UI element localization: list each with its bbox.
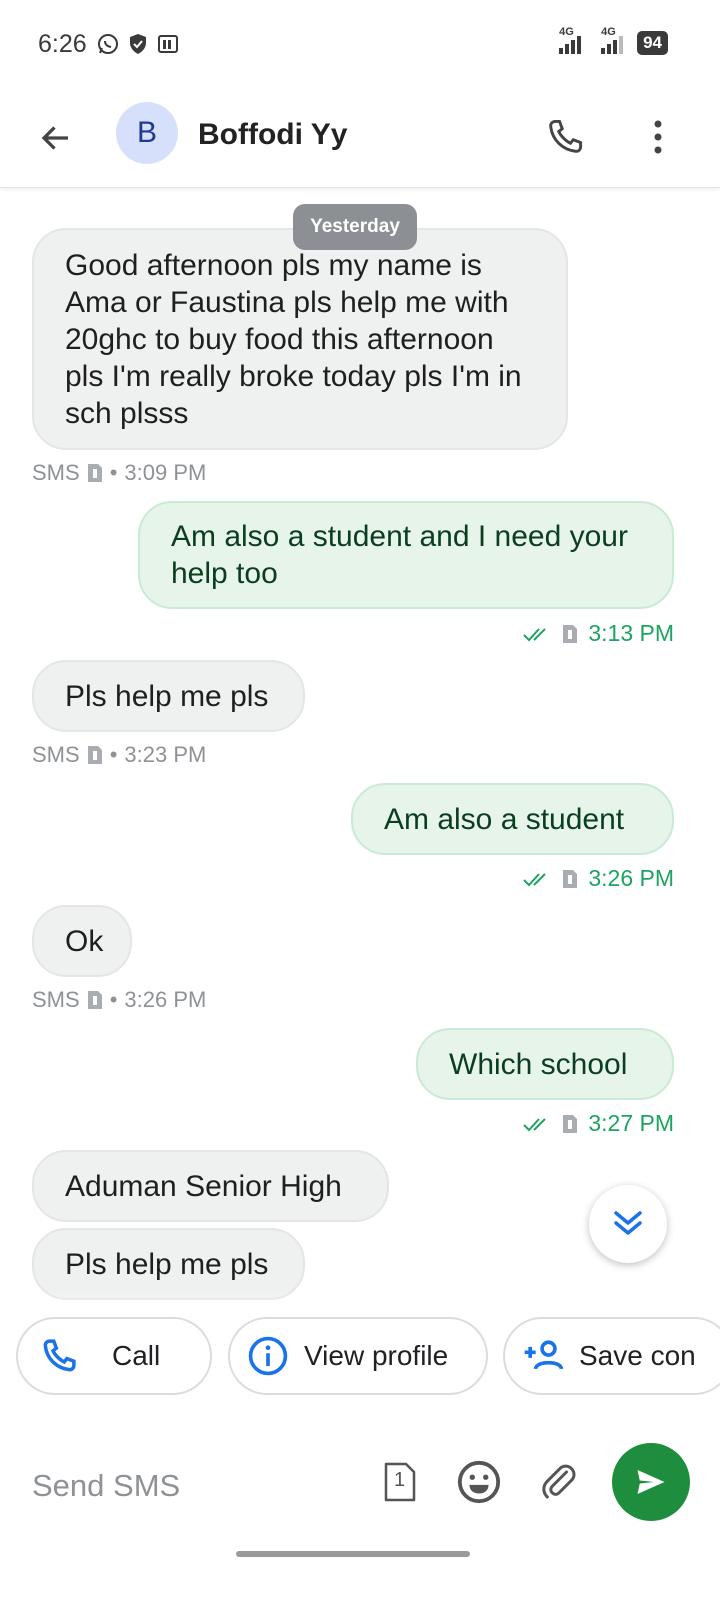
more-options-button[interactable] <box>638 112 678 162</box>
back-button[interactable] <box>32 114 80 162</box>
outgoing-message[interactable]: Which school <box>416 1028 674 1100</box>
status-bar: 6:26 4G 4G 94 <box>0 0 720 90</box>
incoming-message[interactable]: Pls help me pls <box>32 660 305 732</box>
separator-dot: • <box>109 987 118 1012</box>
sim-selector-button[interactable]: 1 <box>382 1459 418 1505</box>
message-time: 3:26 PM <box>588 865 674 891</box>
message-text: Aduman Senior High <box>65 1169 342 1203</box>
save-contact-chip-label: Save con <box>579 1340 696 1371</box>
message-meta: 3:13 PM <box>522 620 674 647</box>
paperclip-icon <box>542 1464 576 1499</box>
whatsapp-icon <box>98 34 118 54</box>
shield-icon <box>130 34 146 54</box>
sim-status-icon <box>158 35 178 53</box>
view-profile-chip-label: View profile <box>304 1340 449 1371</box>
save-contact-chip[interactable]: Save con <box>503 1317 720 1395</box>
compose-bar: Send SMS 1 <box>0 1412 720 1562</box>
more-vert-icon <box>654 120 662 154</box>
signal-icon: 4G <box>553 26 587 56</box>
arrow-back-icon <box>41 126 68 150</box>
phone-icon <box>43 1339 76 1372</box>
attach-button[interactable] <box>536 1458 582 1506</box>
outgoing-message[interactable]: Am also a student and I need your help t… <box>138 501 674 609</box>
incoming-message[interactable]: Ok <box>32 905 132 977</box>
message-time: 3:23 PM <box>124 742 207 767</box>
message-meta: SMS • 3:23 PM <box>32 742 206 768</box>
message-time: 3:13 PM <box>588 620 674 646</box>
emoji-icon <box>457 1460 501 1504</box>
home-indicator <box>236 1551 470 1557</box>
outgoing-message[interactable]: Am also a student <box>351 783 674 855</box>
incoming-message[interactable]: Good afternoon pls my name is Ama or Fau… <box>32 228 568 450</box>
phone-icon <box>549 119 583 153</box>
message-meta: 3:26 PM <box>522 865 674 892</box>
sim-card-icon <box>87 746 102 764</box>
message-text: Pls help me pls <box>65 1247 269 1281</box>
sim-card-icon <box>563 1114 578 1133</box>
separator-dot: • <box>109 742 118 767</box>
sim-card-icon <box>563 624 578 643</box>
message-meta: 3:27 PM <box>522 1110 674 1137</box>
date-divider: Yesterday <box>293 204 417 250</box>
status-time: 6:26 <box>38 30 87 58</box>
message-meta: SMS • 3:26 PM <box>32 987 206 1013</box>
battery-indicator: 94 <box>637 31 668 55</box>
status-notification-icons <box>96 32 180 56</box>
message-text: Pls help me pls <box>65 679 269 713</box>
message-text: Am also a student <box>384 802 625 836</box>
signal-icon-2: 4G <box>595 26 629 56</box>
delivered-check-icon <box>523 627 547 641</box>
double-chevron-down-icon <box>614 1211 642 1235</box>
sim-card-icon <box>87 464 102 482</box>
send-icon <box>637 1470 665 1494</box>
message-text: Good afternoon pls my name is Ama or Fau… <box>65 248 522 430</box>
sim-card-icon <box>563 869 578 888</box>
scroll-to-bottom-button[interactable] <box>589 1185 667 1263</box>
incoming-message[interactable]: Aduman Senior High <box>32 1150 389 1222</box>
suggestion-chips: Call View profile Save con <box>0 1317 720 1397</box>
sms-input[interactable]: Send SMS <box>32 1468 180 1504</box>
message-text: Am also a student and I need your help t… <box>171 520 628 590</box>
message-text: Ok <box>65 924 104 958</box>
call-button[interactable] <box>540 112 590 162</box>
emoji-button[interactable] <box>455 1458 503 1506</box>
message-text: Which school <box>449 1047 628 1081</box>
list-fade <box>0 1290 720 1310</box>
call-chip-label: Call <box>112 1340 161 1371</box>
app-bar: B Boffodi Yy <box>0 90 720 188</box>
sim-card-icon <box>87 991 102 1009</box>
info-icon <box>248 1336 288 1376</box>
message-time: 3:26 PM <box>124 987 207 1012</box>
view-profile-chip[interactable]: View profile <box>228 1317 488 1395</box>
message-meta: SMS • 3:09 PM <box>32 460 206 486</box>
send-button[interactable] <box>612 1443 690 1521</box>
message-time: 3:09 PM <box>124 460 207 485</box>
delivered-check-icon <box>523 872 547 886</box>
delivered-check-icon <box>523 1117 547 1131</box>
sms-label: SMS <box>32 460 80 485</box>
sim-number: 1 <box>394 1469 406 1491</box>
sms-label: SMS <box>32 987 80 1012</box>
message-list[interactable]: Yesterday Good afternoon pls my name is … <box>0 190 720 1310</box>
add-person-icon <box>524 1340 564 1370</box>
message-time: 3:27 PM <box>588 1110 674 1136</box>
separator-dot: • <box>109 460 118 485</box>
contact-name[interactable]: Boffodi Yy <box>198 118 347 152</box>
call-chip[interactable]: Call <box>16 1317 212 1395</box>
sms-label: SMS <box>32 742 80 767</box>
status-right-icons: 4G 4G 94 <box>553 26 668 56</box>
avatar[interactable]: B <box>116 102 178 164</box>
